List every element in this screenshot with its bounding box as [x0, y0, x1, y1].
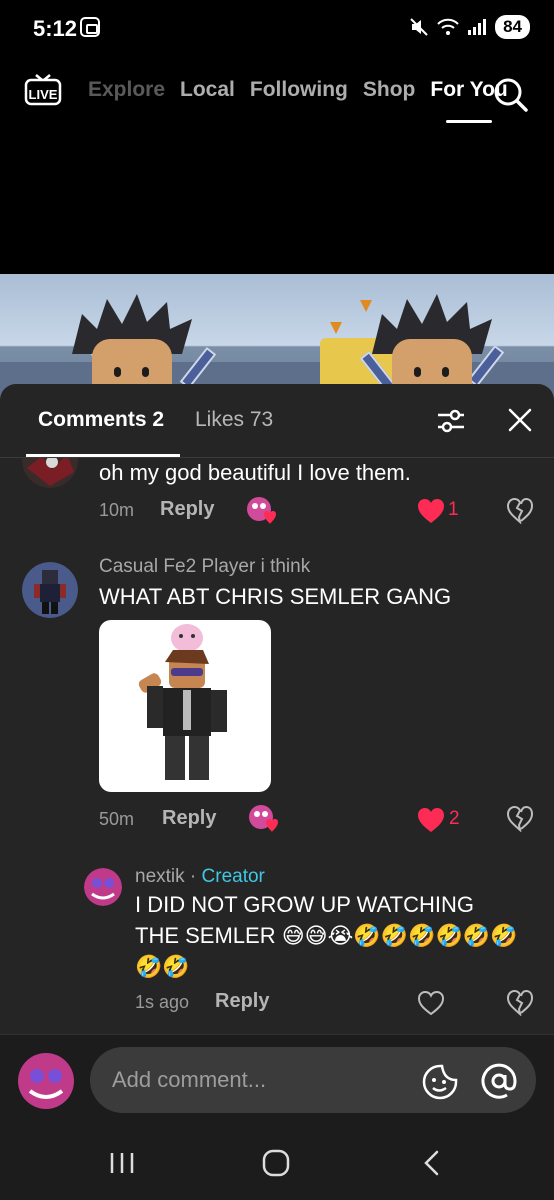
comment-time: 50m: [99, 809, 135, 829]
status-bar: 5:12 84: [0, 0, 554, 56]
battery-indicator: 84: [495, 15, 530, 39]
comment-text-line: THE SEMLER 😅😅😭🤣🤣🤣🤣🤣🤣: [135, 923, 518, 948]
like-count: 1: [448, 499, 459, 520]
status-time: 5:12: [33, 16, 78, 41]
comment-image[interactable]: [99, 620, 271, 792]
comment-time: 10m: [99, 500, 135, 520]
tab-following[interactable]: Following: [250, 78, 348, 102]
emoji-icon[interactable]: [422, 1064, 458, 1100]
avatar[interactable]: [18, 1053, 74, 1109]
feed-tabs: Explore Local Following Shop For You: [88, 78, 508, 123]
avatar[interactable]: [22, 562, 78, 618]
tab-local[interactable]: Local: [180, 78, 235, 102]
heart-filled-icon[interactable]: [417, 807, 445, 833]
tab-shop[interactable]: Shop: [363, 78, 416, 102]
dislike-icon[interactable]: [507, 498, 533, 524]
comment-text-line: 🤣🤣: [135, 954, 190, 979]
filter-icon[interactable]: [436, 406, 466, 436]
comment-text: oh my god beautiful I love them.: [99, 460, 411, 485]
reply-button[interactable]: Reply: [215, 990, 269, 1013]
live-icon[interactable]: LIVE: [24, 74, 62, 106]
search-icon[interactable]: [492, 76, 528, 112]
reply-button[interactable]: Reply: [160, 498, 214, 521]
system-navigation-bar: [0, 1128, 554, 1200]
tab-likes[interactable]: Likes 73: [195, 408, 273, 432]
creator-badge: Creator: [201, 866, 265, 887]
reply-button[interactable]: Reply: [162, 807, 216, 830]
comment-username: nextik · Creator: [135, 866, 265, 888]
close-icon[interactable]: [506, 406, 534, 434]
reply-username[interactable]: nextik: [135, 866, 185, 887]
live-label: LIVE: [29, 87, 58, 102]
like-count: 2: [449, 808, 460, 829]
wifi-icon: [437, 18, 459, 35]
back-icon[interactable]: [417, 1148, 447, 1178]
comment-username[interactable]: Casual Fe2 Player i think: [99, 556, 310, 578]
mute-icon: [410, 18, 428, 36]
dislike-icon[interactable]: [507, 806, 533, 832]
comment-list[interactable]: oh my god beautiful I love them. 10m Rep…: [0, 458, 554, 1036]
comment-input-bar: [0, 1034, 554, 1128]
tab-explore[interactable]: Explore: [88, 78, 165, 102]
creator-liked-reaction-icon: [247, 497, 276, 524]
avatar[interactable]: [84, 868, 122, 906]
mention-icon[interactable]: [480, 1062, 518, 1100]
signal-icon: [468, 19, 487, 35]
comment-time: 1s ago: [135, 992, 190, 1012]
heart-filled-icon[interactable]: [417, 498, 445, 524]
status-icons: 84: [409, 15, 530, 39]
comment-input[interactable]: [90, 1047, 536, 1113]
home-icon[interactable]: [261, 1148, 291, 1178]
dislike-icon[interactable]: [507, 990, 533, 1016]
top-nav: LIVE Explore Local Following Shop For Yo…: [0, 62, 554, 132]
name-separator: ·: [184, 866, 202, 887]
pizza-icon: [330, 322, 342, 334]
recent-apps-icon[interactable]: [107, 1148, 137, 1178]
comment-text: WHAT ABT CHRIS SEMLER GANG: [99, 584, 452, 609]
screen-capture-icon: [80, 17, 100, 37]
comment-text: I DID NOT GROW UP WATCHING THE SEMLER 😅😅…: [135, 889, 535, 982]
avatar[interactable]: [22, 458, 78, 488]
tab-comments[interactable]: Comments 2: [38, 408, 164, 432]
comments-header: Comments 2 Likes 73: [0, 384, 554, 458]
comment-text-line: I DID NOT GROW UP WATCHING: [135, 892, 474, 917]
roblox-avatar-image: [138, 624, 227, 780]
creator-liked-reaction-icon: [249, 805, 278, 832]
active-tab-indicator: [26, 454, 180, 457]
heart-outline-icon[interactable]: [417, 990, 445, 1016]
